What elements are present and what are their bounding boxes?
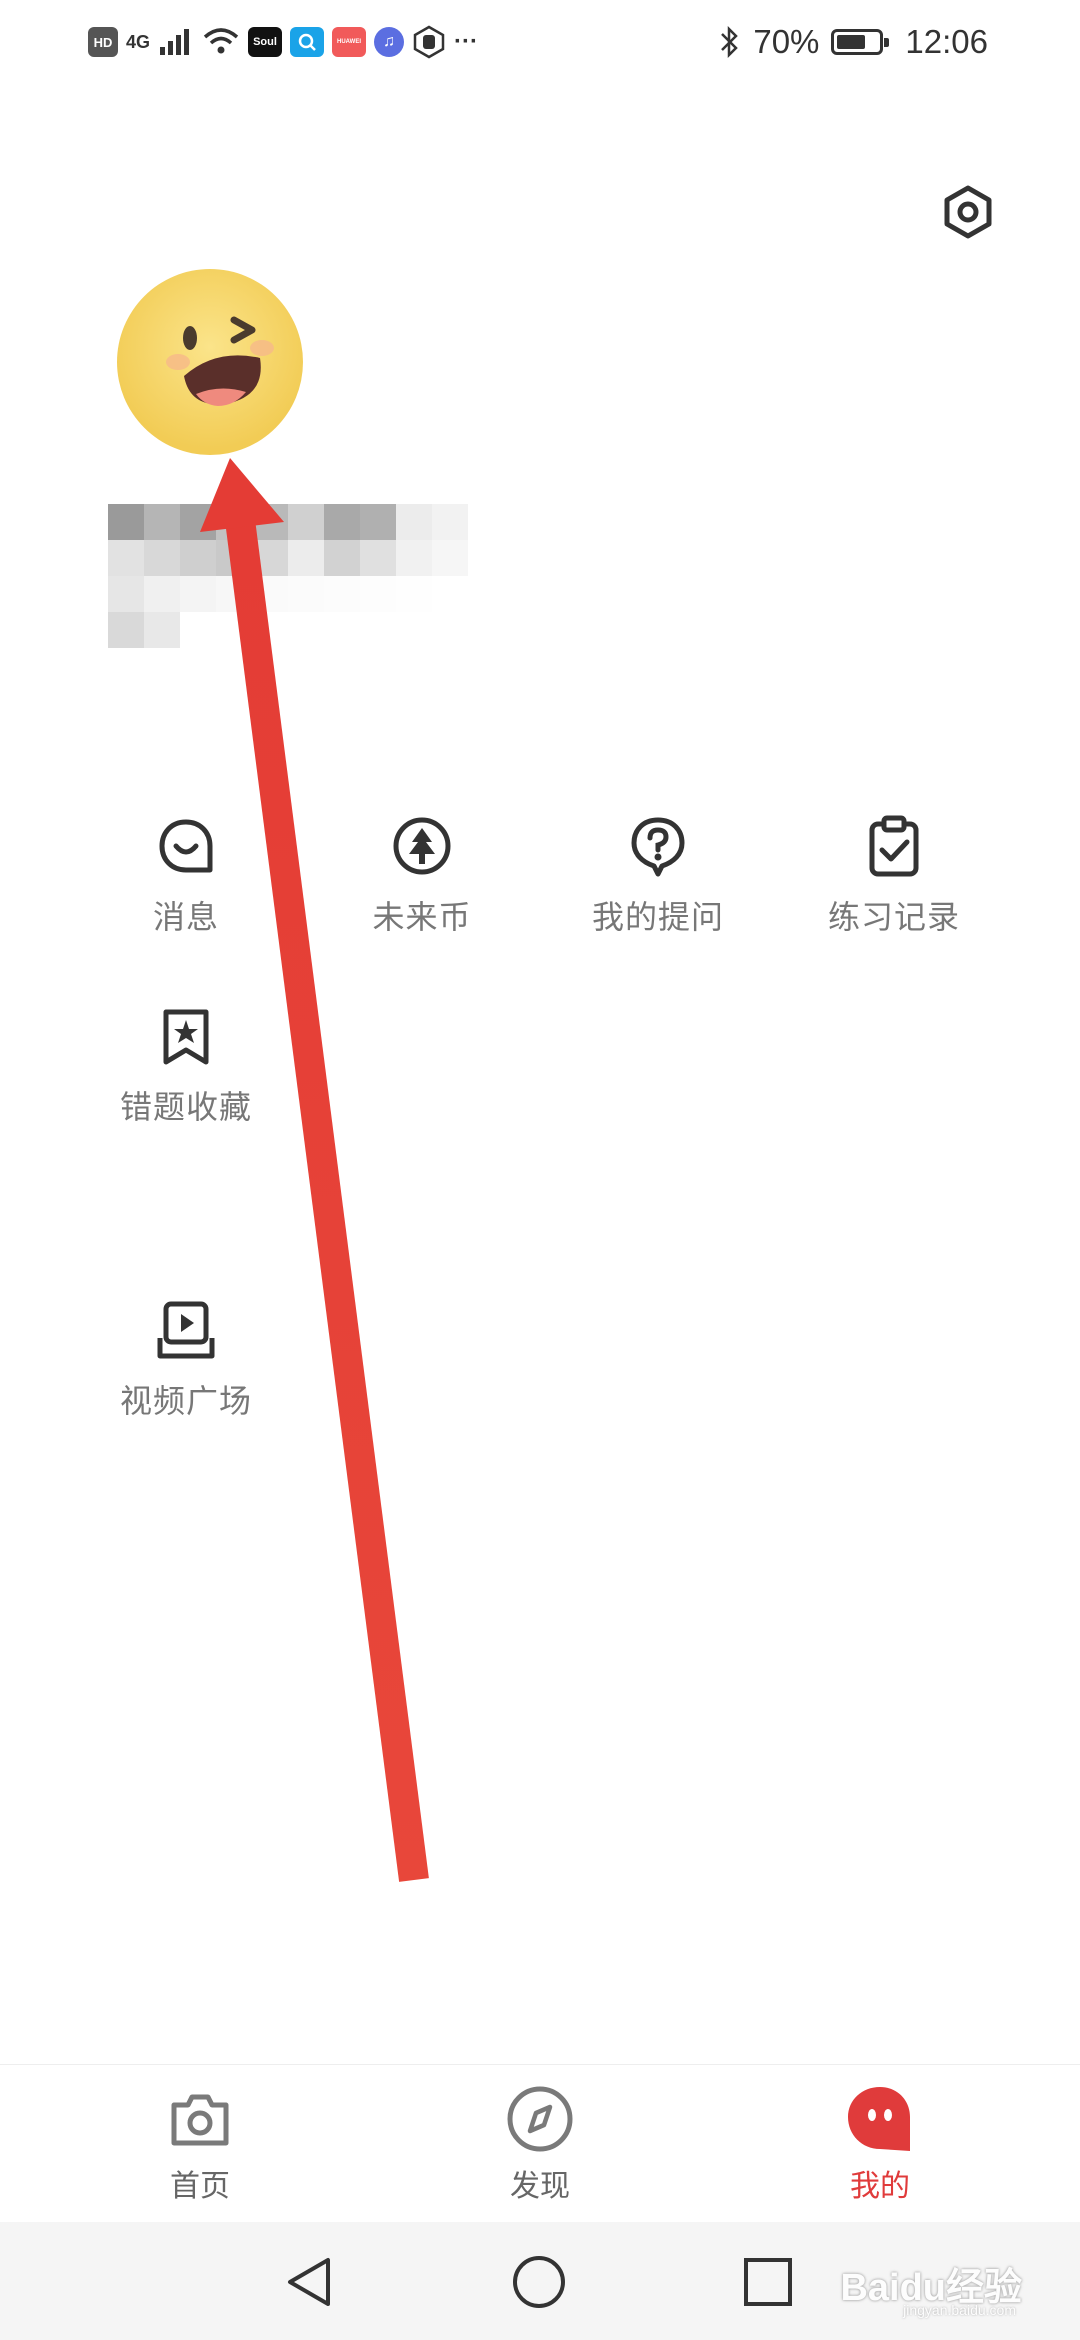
- redaction-pixel: [180, 504, 216, 540]
- huawei-label: HUAWEI: [337, 39, 362, 45]
- redaction-pixel: [252, 576, 288, 612]
- menu-label: 视频广场: [119, 1383, 252, 1419]
- menu-item-practice-record[interactable]: 练习记录: [804, 814, 984, 938]
- redaction-pixel: [396, 576, 432, 612]
- redaction-pixel: [216, 504, 252, 540]
- battery-fill: [837, 35, 866, 49]
- redaction-pixel: [144, 576, 180, 612]
- redaction-pixel: [324, 540, 360, 576]
- wifi-icon: [203, 28, 239, 54]
- nav-label: 我的: [850, 2170, 910, 2203]
- watermark-sub: jingyan.baidu.com: [903, 2302, 1016, 2318]
- menu-label: 未来币: [372, 899, 472, 935]
- redaction-pixel: [396, 540, 432, 576]
- redaction-pixel: [216, 612, 252, 648]
- redaction-pixel: [108, 612, 144, 648]
- music-app-icon: ♫: [374, 27, 405, 57]
- redaction-pixel: [324, 612, 360, 648]
- redaction-pixel: [252, 504, 288, 540]
- redaction-pixel: [324, 576, 360, 612]
- redaction-pixel: [288, 540, 324, 576]
- bluetooth-icon: [721, 25, 739, 59]
- redaction-pixel: [432, 612, 468, 648]
- home-circle-icon[interactable]: [509, 2252, 569, 2312]
- magnifier-icon: [298, 33, 316, 51]
- redaction-pixel: [360, 504, 396, 540]
- message-icon: [159, 819, 213, 873]
- music-note-icon: ♫: [383, 33, 396, 50]
- redaction-pixel: [144, 540, 180, 576]
- redaction-pixel: [252, 540, 288, 576]
- redaction-pixel: [180, 576, 216, 612]
- nav-label: 首页: [170, 2170, 230, 2203]
- redaction-pixel: [324, 504, 360, 540]
- chat-face-icon: [848, 2087, 910, 2151]
- redaction-pixel: [288, 576, 324, 612]
- redaction-pixel: [180, 540, 216, 576]
- battery-icon: [831, 29, 890, 55]
- coin-tree-icon: [393, 817, 451, 875]
- redaction-pixel: [432, 504, 468, 540]
- menu-label: 消息: [152, 899, 219, 935]
- compass-icon: [507, 2086, 573, 2152]
- status-bar: HD 4G Soul HUAWEI ♫ ··· 70% 12:06: [0, 0, 1080, 84]
- bookmark-star-icon: [163, 1009, 209, 1065]
- menu-item-video-plaza[interactable]: 视频广场: [96, 1298, 276, 1422]
- redaction-pixel: [144, 612, 180, 648]
- soul-label: Soul: [253, 36, 277, 48]
- clock: 12:06: [905, 23, 988, 60]
- redaction-pixel: [288, 504, 324, 540]
- recents-square-icon[interactable]: [738, 2252, 798, 2312]
- redaction-pixel: [396, 504, 432, 540]
- redaction-pixel: [180, 612, 216, 648]
- baidu-watermark: Baidu经验 jingyan.baidu.com: [802, 2240, 1022, 2320]
- redaction-pixel: [108, 540, 144, 576]
- username-redacted: [108, 504, 468, 648]
- redaction-pixel: [288, 612, 324, 648]
- video-play-icon: [157, 1301, 215, 1359]
- signal-icon: [160, 29, 190, 55]
- menu-item-future-coin[interactable]: 未来币: [332, 814, 512, 938]
- redaction-pixel: [144, 504, 180, 540]
- redaction-pixel: [432, 576, 468, 612]
- redaction-pixel: [216, 576, 252, 612]
- menu-label: 我的提问: [591, 899, 724, 935]
- clipboard-check-icon: [869, 815, 919, 877]
- redaction-pixel: [108, 504, 144, 540]
- huawei-app-icon: HUAWEI: [332, 27, 367, 57]
- nav-label: 发现: [510, 2170, 570, 2203]
- network-type: 4G: [126, 31, 151, 52]
- hd-badge: HD: [88, 27, 118, 57]
- menu-label: 练习记录: [827, 899, 960, 935]
- menu-item-my-questions[interactable]: 我的提问: [568, 814, 748, 938]
- settings-icon[interactable]: [940, 184, 996, 240]
- redaction-pixel: [360, 612, 396, 648]
- redaction-pixel: [252, 612, 288, 648]
- nav-home[interactable]: 首页: [120, 2083, 280, 2205]
- camera-icon: [171, 2094, 229, 2146]
- menu-item-wrong-question-favorites[interactable]: 错题收藏: [96, 1004, 276, 1128]
- redaction-pixel: [432, 540, 468, 576]
- redaction-pixel: [396, 612, 432, 648]
- redaction-pixel: [216, 540, 252, 576]
- redaction-pixel: [360, 576, 396, 612]
- menu-label: 错题收藏: [119, 1089, 252, 1125]
- redaction-pixel: [108, 576, 144, 612]
- bottom-nav: 首页 发现 我的: [0, 2064, 1080, 2223]
- question-bubble-icon: [631, 817, 685, 877]
- more-notifications: ···: [454, 28, 478, 55]
- back-icon[interactable]: [280, 2252, 340, 2312]
- battery-percent: 70%: [753, 23, 820, 60]
- nav-discover[interactable]: 发现: [460, 2083, 620, 2205]
- avatar[interactable]: [116, 268, 304, 456]
- search-app-icon: [290, 27, 325, 57]
- soul-app-icon: Soul: [248, 27, 283, 57]
- status-right: 70% 12:06: [719, 18, 988, 66]
- redaction-pixel: [360, 540, 396, 576]
- menu-item-messages[interactable]: 消息: [96, 814, 276, 938]
- hand-app-icon: [413, 25, 445, 59]
- status-left: HD 4G Soul HUAWEI ♫ ···: [88, 20, 478, 64]
- nav-mine[interactable]: 我的: [800, 2083, 960, 2205]
